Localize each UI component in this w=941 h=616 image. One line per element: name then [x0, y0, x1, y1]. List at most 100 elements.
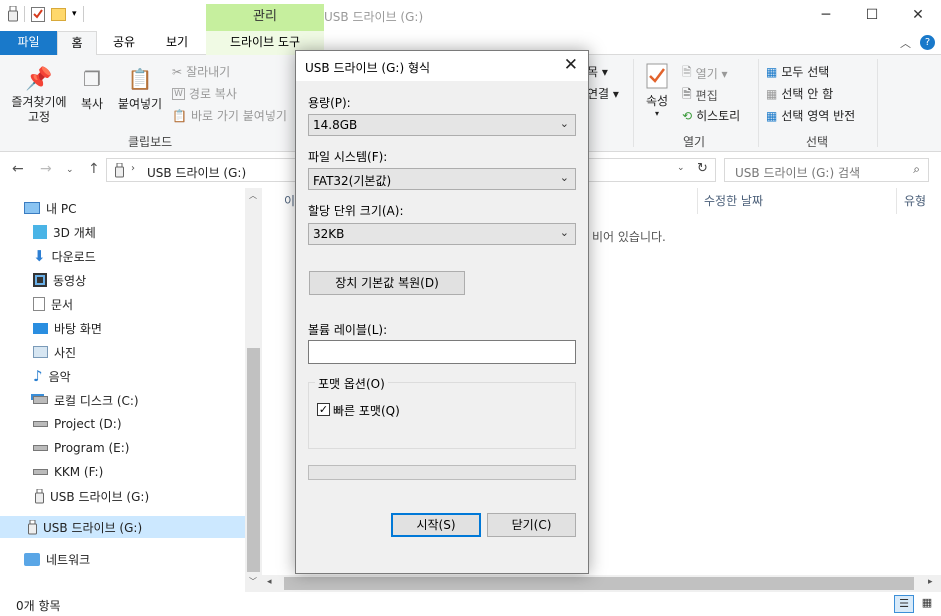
breadcrumb-chevron-icon[interactable]: ›	[131, 163, 135, 174]
tab-manage[interactable]: 관리	[206, 4, 324, 31]
column-header-modified[interactable]: 수정한 날짜	[704, 192, 763, 209]
back-arrow-icon[interactable]: ←	[12, 161, 24, 177]
search-input[interactable]: USB 드라이브 (G:) 검색	[735, 164, 860, 181]
nav-label: 음악	[48, 369, 71, 384]
allocation-unit-select[interactable]: 32KB ⌄	[308, 223, 576, 245]
search-icon[interactable]: ⌕	[913, 162, 920, 177]
nav-item-usb-drive-g-root[interactable]: USB 드라이브 (G:)	[0, 516, 245, 538]
ribbon-collapse-icon[interactable]: ︿	[900, 35, 911, 51]
nav-item-this-pc[interactable]: 내 PC	[24, 197, 76, 219]
quick-format-checkbox[interactable]: ✓	[317, 403, 330, 416]
tab-home[interactable]: 홈	[57, 31, 97, 56]
tab-view[interactable]: 보기	[155, 31, 199, 55]
help-icon[interactable]: ?	[920, 35, 935, 50]
usb-drive-icon	[8, 6, 18, 22]
refresh-icon[interactable]: ↻	[697, 161, 708, 176]
address-path[interactable]: USB 드라이브 (G:)	[147, 164, 246, 181]
cut-button[interactable]: ✂ 잘라내기	[172, 63, 230, 80]
forward-arrow-icon[interactable]: →	[40, 161, 52, 177]
chevron-down-icon: ⌄	[559, 171, 569, 184]
restore-defaults-button[interactable]: 장치 기본값 복원(D)	[309, 271, 465, 295]
recent-locations-icon[interactable]: ⌄	[66, 165, 74, 175]
properties-button[interactable]: 속성 ▾	[640, 63, 674, 118]
capacity-select[interactable]: 14.8GB ⌄	[308, 114, 576, 136]
select-all-button[interactable]: ▦ 모두 선택	[766, 63, 829, 80]
open-button[interactable]: 🗎 열기 ▾	[682, 63, 728, 84]
item-count: 0개 항목	[16, 599, 61, 613]
cut-label: 잘라내기	[186, 65, 231, 79]
up-arrow-icon[interactable]: ↑	[88, 161, 100, 177]
drive-icon	[33, 469, 48, 475]
paste-button[interactable]: 📋 붙여넣기	[114, 67, 166, 112]
nav-item-usb-drive-g[interactable]: USB 드라이브 (G:)	[35, 485, 149, 507]
close-window-button[interactable]: ✕	[895, 0, 941, 31]
dialog-close-icon[interactable]: ✕	[564, 55, 578, 75]
address-dropdown-icon[interactable]: ⌄	[677, 163, 685, 173]
invert-selection-button[interactable]: ▦ 선택 영역 반전	[766, 107, 855, 124]
easy-access-button[interactable]: 연결 ▾	[587, 85, 619, 102]
copy-path-button[interactable]: W 경로 복사	[172, 85, 237, 102]
nav-label: 바탕 화면	[54, 321, 102, 336]
usb-drive-icon	[35, 488, 44, 503]
nav-item-desktop[interactable]: 바탕 화면	[33, 317, 102, 339]
large-icons-view-icon[interactable]: ▦	[917, 595, 937, 613]
column-divider[interactable]	[697, 188, 698, 214]
nav-item-local-disk-c[interactable]: 로컬 디스크 (C:)	[33, 389, 139, 411]
pin-to-quick-access-button[interactable]: 📌 즐겨찾기에 고정	[6, 67, 72, 125]
horizontal-scrollbar-thumb[interactable]	[284, 577, 914, 590]
status-bar: 0개 항목 ☰ ▦	[0, 592, 941, 616]
nav-label: Project (D:)	[54, 417, 122, 431]
nav-label: USB 드라이브 (G:)	[50, 489, 150, 504]
copy-button[interactable]: ❐ 복사	[76, 67, 108, 112]
new-item-button[interactable]: 목 ▾	[587, 63, 608, 80]
network-icon	[24, 552, 40, 566]
nav-item-documents[interactable]: 문서	[33, 293, 73, 315]
paste-icon: 📋	[127, 67, 153, 91]
toolbar-divider	[24, 6, 25, 22]
column-divider[interactable]	[896, 188, 897, 214]
start-button[interactable]: 시작(S)	[391, 513, 481, 537]
close-button[interactable]: 닫기(C)	[487, 513, 576, 537]
nav-item-music[interactable]: ♪ 음악	[33, 365, 71, 387]
scroll-down-icon[interactable]: ﹀	[249, 576, 257, 587]
nav-item-downloads[interactable]: ⬇ 다운로드	[33, 245, 96, 267]
copy-path-label: 경로 복사	[188, 87, 237, 101]
tab-share[interactable]: 공유	[104, 31, 144, 55]
maximize-button[interactable]: ☐	[849, 0, 895, 31]
nav-item-videos[interactable]: 동영상	[33, 269, 86, 291]
volume-label-input[interactable]	[308, 340, 576, 364]
column-header-name[interactable]: 이	[284, 192, 295, 209]
customize-qat-icon[interactable]: ▾	[72, 9, 77, 19]
scroll-left-icon[interactable]: ◂	[267, 577, 272, 587]
nav-item-project-d[interactable]: Project (D:)	[33, 413, 122, 435]
minimize-button[interactable]: ─	[803, 0, 849, 31]
quick-format-label[interactable]: 빠른 포맷(Q)	[333, 402, 400, 419]
nav-scrollbar-thumb[interactable]	[247, 348, 260, 572]
paste-shortcut-button[interactable]: 📋 바로 가기 붙여넣기	[172, 107, 287, 124]
select-none-button[interactable]: ▦ 선택 안 함	[766, 85, 833, 102]
file-system-value: FAT32(기본값)	[313, 174, 392, 188]
usb-drive-icon	[115, 163, 124, 178]
dialog-title-bar: USB 드라이브 (G:) 형식 ✕	[296, 51, 588, 81]
scroll-right-icon[interactable]: ▸	[928, 577, 933, 587]
search-box[interactable]: USB 드라이브 (G:) 검색 ⌕	[724, 158, 929, 182]
edit-button[interactable]: 🗎 편집	[682, 85, 718, 106]
nav-label: USB 드라이브 (G:)	[43, 520, 143, 535]
history-button[interactable]: ⟲ 히스토리	[682, 107, 740, 124]
nav-item-kkm-f[interactable]: KKM (F:)	[33, 461, 103, 483]
column-header-type[interactable]: 유형	[904, 192, 926, 209]
horizontal-scrollbar[interactable]: ◂ ▸	[262, 575, 941, 592]
file-system-select[interactable]: FAT32(기본값) ⌄	[308, 168, 576, 190]
nav-item-3d-objects[interactable]: 3D 개체	[33, 221, 96, 243]
scroll-up-icon[interactable]: ︿	[249, 190, 257, 201]
nav-scrollbar[interactable]: ︿ ﹀	[245, 188, 262, 592]
details-view-icon[interactable]: ☰	[894, 595, 914, 613]
properties-check-icon	[646, 63, 668, 89]
nav-item-pictures[interactable]: 사진	[33, 341, 76, 363]
history-label: 히스토리	[696, 109, 741, 123]
new-folder-icon[interactable]	[51, 6, 66, 22]
properties-icon[interactable]	[31, 6, 45, 22]
tab-file[interactable]: 파일	[0, 31, 57, 55]
nav-item-network[interactable]: 네트워크	[24, 548, 90, 570]
nav-item-program-e[interactable]: Program (E:)	[33, 437, 129, 459]
